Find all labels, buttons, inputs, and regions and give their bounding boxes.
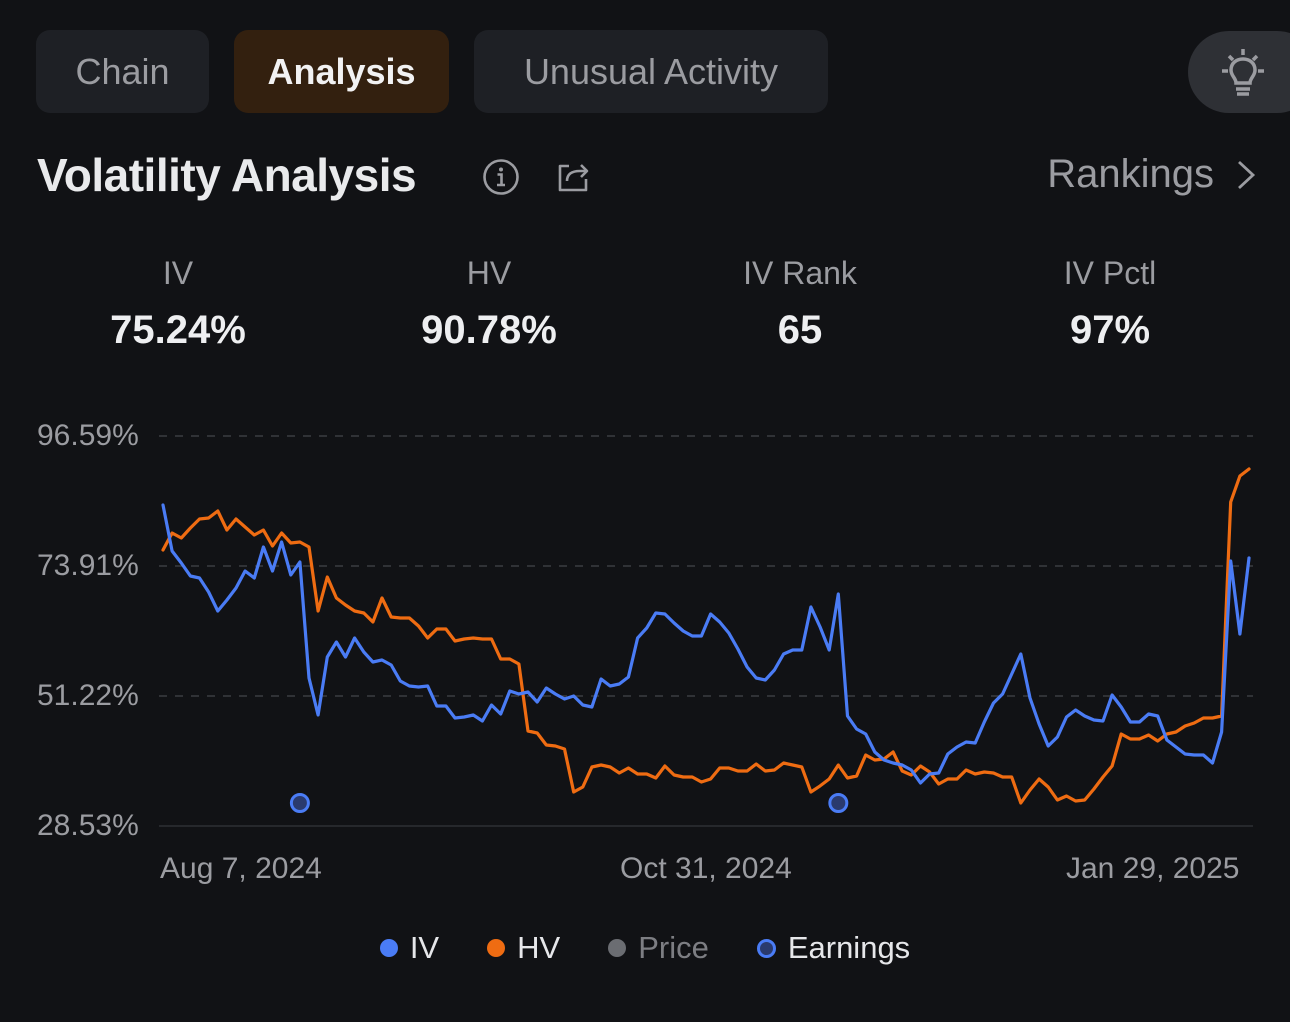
- legend-iv-label: IV: [409, 930, 440, 965]
- legend-earnings-dot: [756, 938, 776, 958]
- legend-price-label: Price: [638, 930, 709, 965]
- legend-earnings[interactable]: Earnings: [756, 930, 911, 966]
- legend-price-dot: [608, 939, 627, 957]
- legend-iv-dot: [379, 939, 398, 957]
- earnings-marker: [289, 793, 310, 813]
- legend-hv[interactable]: HV: [487, 930, 560, 966]
- chart-legend: IV HV Price Earnings: [0, 930, 1290, 966]
- legend-iv[interactable]: IV: [379, 930, 440, 966]
- iv-line: [161, 503, 1251, 785]
- legend-earnings-label: Earnings: [787, 930, 911, 965]
- legend-hv-label: HV: [517, 930, 561, 965]
- earnings-marker: [828, 793, 849, 813]
- legend-price[interactable]: Price: [608, 930, 709, 966]
- legend-hv-dot: [487, 939, 506, 957]
- hv-line: [161, 467, 1251, 805]
- x-tick-label: Jan 29, 2025: [1066, 852, 1240, 885]
- x-tick-label: Oct 31, 2024: [620, 852, 792, 885]
- x-tick-label: Aug 7, 2024: [160, 852, 322, 885]
